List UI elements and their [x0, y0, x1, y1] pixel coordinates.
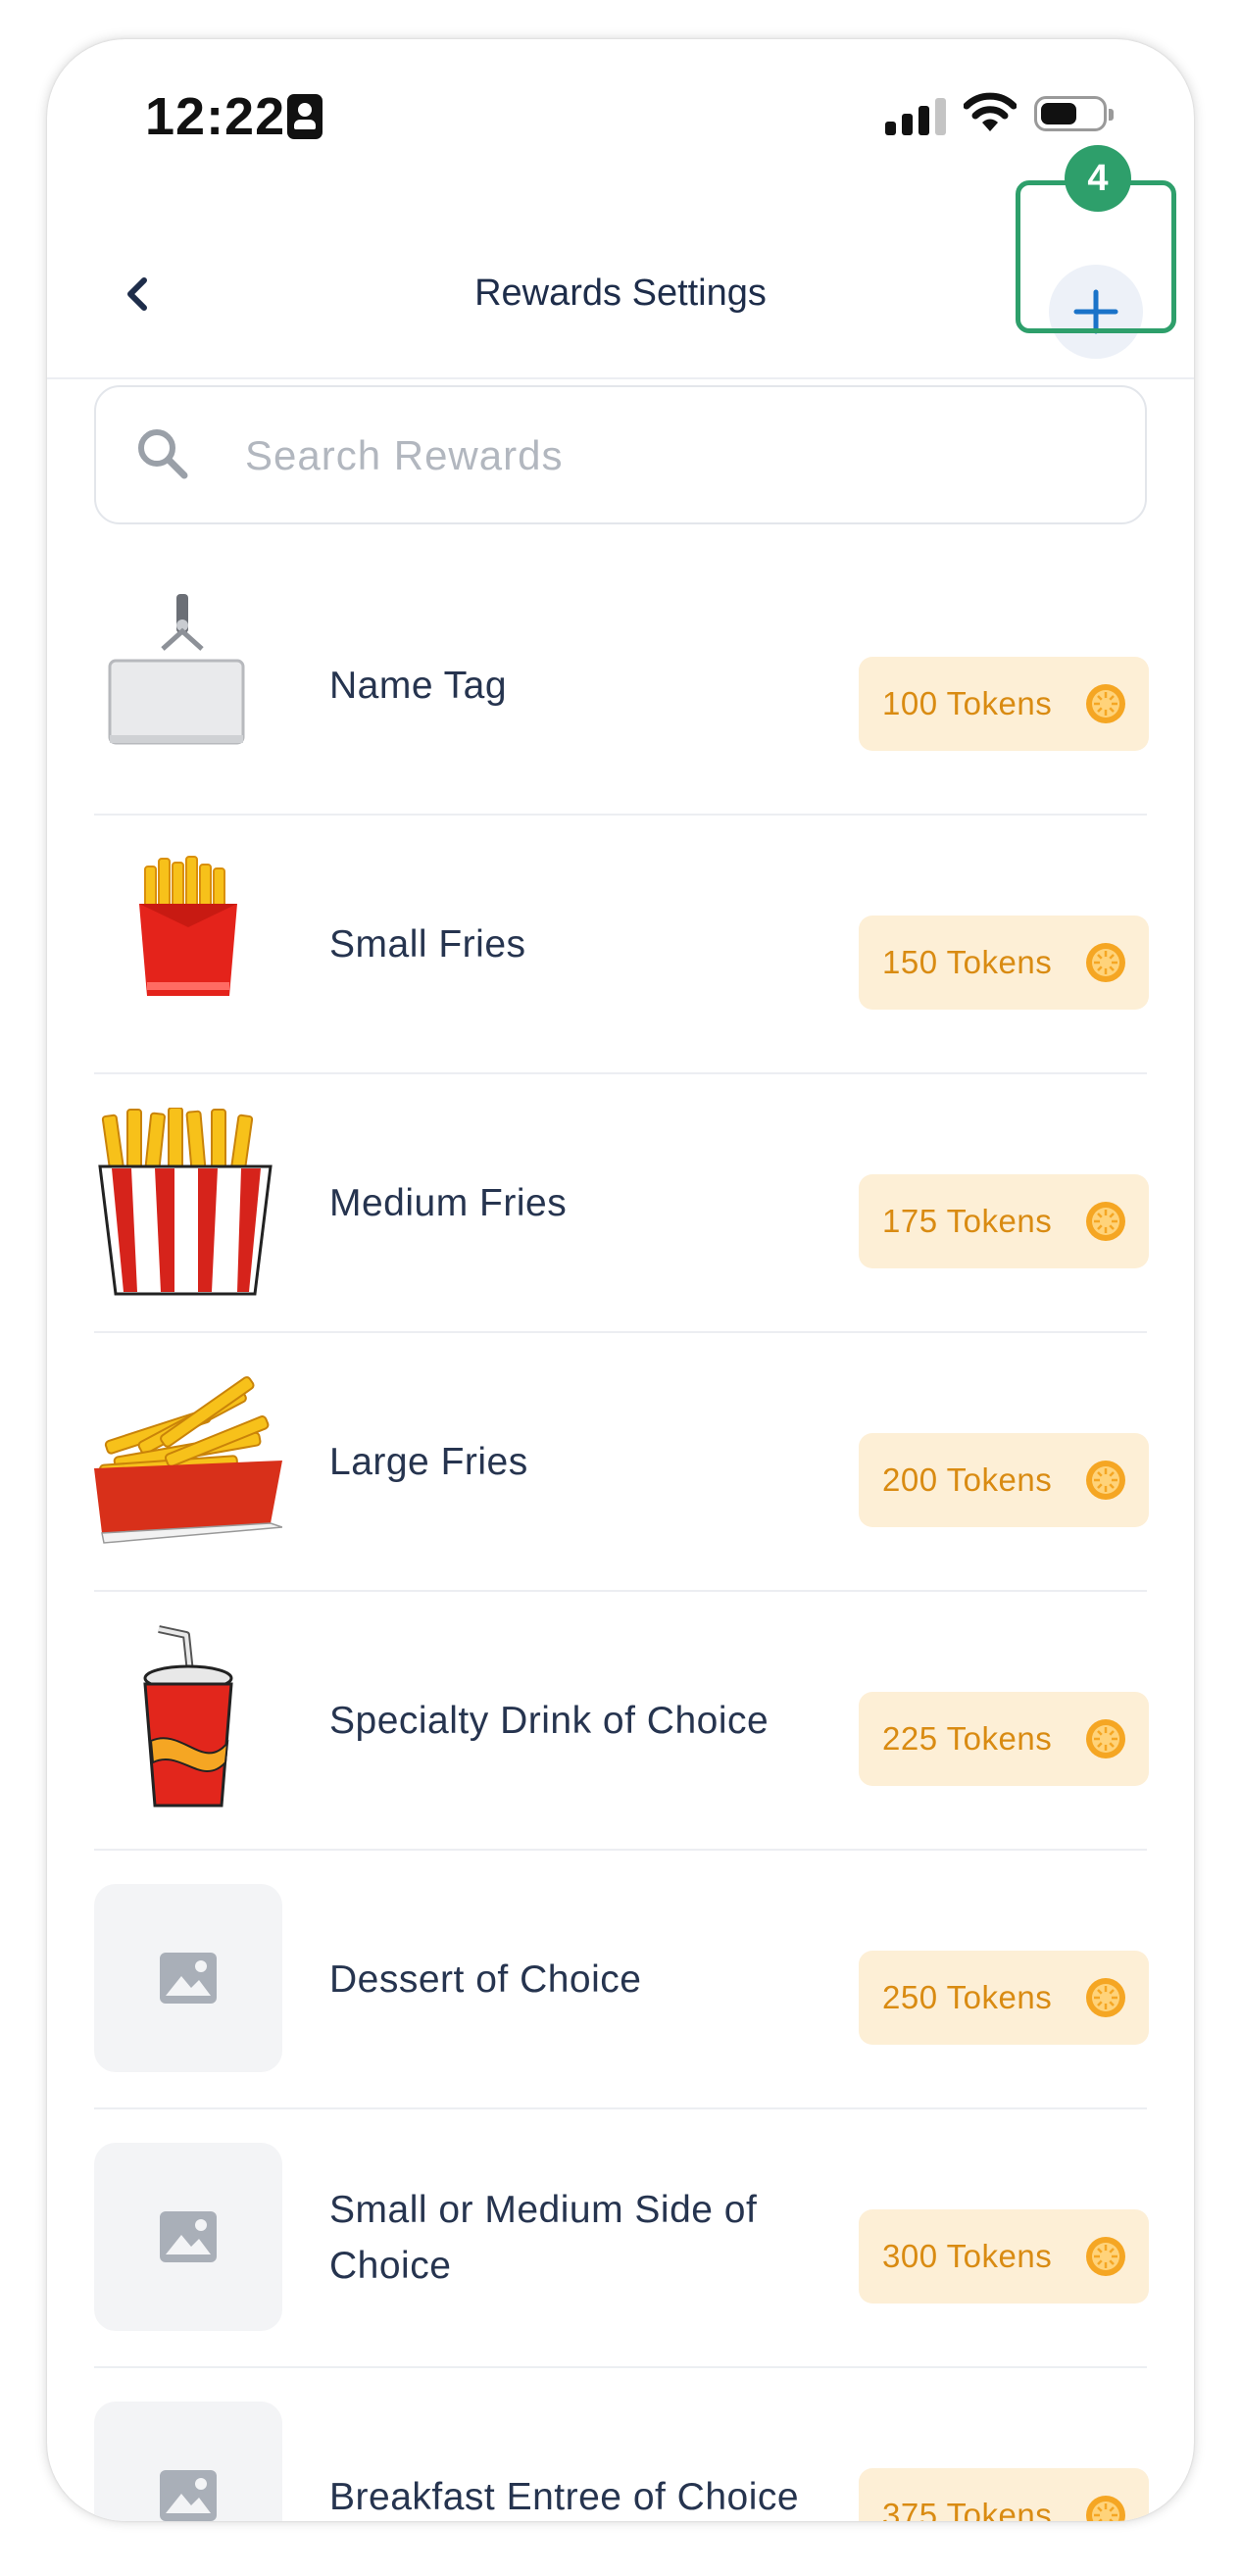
reward-row[interactable]: Small or Medium Side of Choice 300 Token… — [94, 2109, 1149, 2368]
token-cost-badge: 100 Tokens — [859, 657, 1149, 751]
reward-name: Breakfast Entree of Choice — [329, 2475, 800, 2518]
coin-icon — [1086, 1461, 1125, 1500]
reward-thumbnail — [94, 2402, 282, 2521]
reward-row[interactable]: Medium Fries 175 Tokens — [94, 1074, 1149, 1333]
token-cost-badge: 375 Tokens — [859, 2468, 1149, 2521]
step-badge: 4 — [1065, 145, 1131, 212]
reward-name: Medium Fries — [329, 1181, 568, 1224]
reward-row[interactable]: Large Fries 200 Tokens — [94, 1333, 1149, 1592]
coin-icon — [1086, 1978, 1125, 2017]
token-cost: 375 Tokens — [882, 2497, 1053, 2521]
cellular-signal-icon — [885, 96, 946, 135]
large-fries-image — [94, 1366, 282, 1555]
reward-row[interactable]: Small Fries 150 Tokens — [94, 816, 1149, 1074]
token-cost: 300 Tokens — [882, 2238, 1053, 2274]
placeholder-image-icon — [160, 1953, 217, 2004]
reward-row[interactable]: Dessert of Choice 250 Tokens — [94, 1851, 1149, 2109]
placeholder-image-icon — [160, 2211, 217, 2262]
token-cost: 150 Tokens — [882, 944, 1053, 980]
token-cost: 100 Tokens — [882, 685, 1053, 721]
coin-icon — [1086, 684, 1125, 723]
coin-icon — [1086, 2496, 1125, 2521]
reward-name: Dessert of Choice — [329, 1957, 642, 2001]
reward-name: Specialty Drink of Choice — [329, 1699, 769, 1742]
reward-name: Small or Medium Side of Choice — [329, 2189, 758, 2287]
search-icon — [138, 429, 188, 479]
reward-thumbnail — [94, 1884, 282, 2072]
drink-cup-image — [94, 1625, 282, 1813]
small-fries-image — [94, 849, 282, 1037]
token-cost-badge: 300 Tokens — [859, 2209, 1149, 2304]
contact-card-icon — [287, 94, 323, 139]
token-cost: 175 Tokens — [882, 1203, 1053, 1239]
token-cost-badge: 150 Tokens — [859, 916, 1149, 1010]
coin-icon — [1086, 1202, 1125, 1241]
token-cost: 250 Tokens — [882, 1979, 1053, 2015]
token-cost-badge: 225 Tokens — [859, 1692, 1149, 1786]
reward-name: Large Fries — [329, 1440, 528, 1483]
token-cost-badge: 250 Tokens — [859, 1951, 1149, 2045]
status-time: 12:22 — [145, 87, 286, 146]
token-cost: 200 Tokens — [882, 1461, 1053, 1498]
reward-row[interactable]: Breakfast Entree of Choice 375 Tokens — [94, 2368, 1149, 2521]
placeholder-image-icon — [160, 2470, 217, 2521]
coin-icon — [1086, 2237, 1125, 2276]
reward-row[interactable]: Specialty Drink of Choice 225 Tokens — [94, 1592, 1149, 1851]
reward-name: Small Fries — [329, 922, 526, 966]
search-box — [94, 385, 1147, 524]
token-cost: 225 Tokens — [882, 1720, 1053, 1757]
battery-icon — [1034, 96, 1114, 131]
token-cost-badge: 175 Tokens — [859, 1174, 1149, 1268]
reward-row[interactable]: Name Tag 100 Tokens — [94, 557, 1149, 816]
name-tag-image — [94, 590, 282, 778]
search-input[interactable] — [243, 422, 1110, 489]
phone-screen: 12:22 Rewards Settings 4 Search Rewards … — [47, 39, 1194, 2521]
wifi-icon — [964, 92, 1017, 131]
reward-name: Name Tag — [329, 664, 508, 707]
reward-thumbnail — [94, 2143, 282, 2331]
token-cost-badge: 200 Tokens — [859, 1433, 1149, 1527]
rewards-list: Name Tag 100 Tokens Small Fries 150 Toke… — [94, 557, 1149, 2521]
coin-icon — [1086, 1719, 1125, 1759]
medium-fries-image — [94, 1108, 282, 1296]
coin-icon — [1086, 943, 1125, 982]
